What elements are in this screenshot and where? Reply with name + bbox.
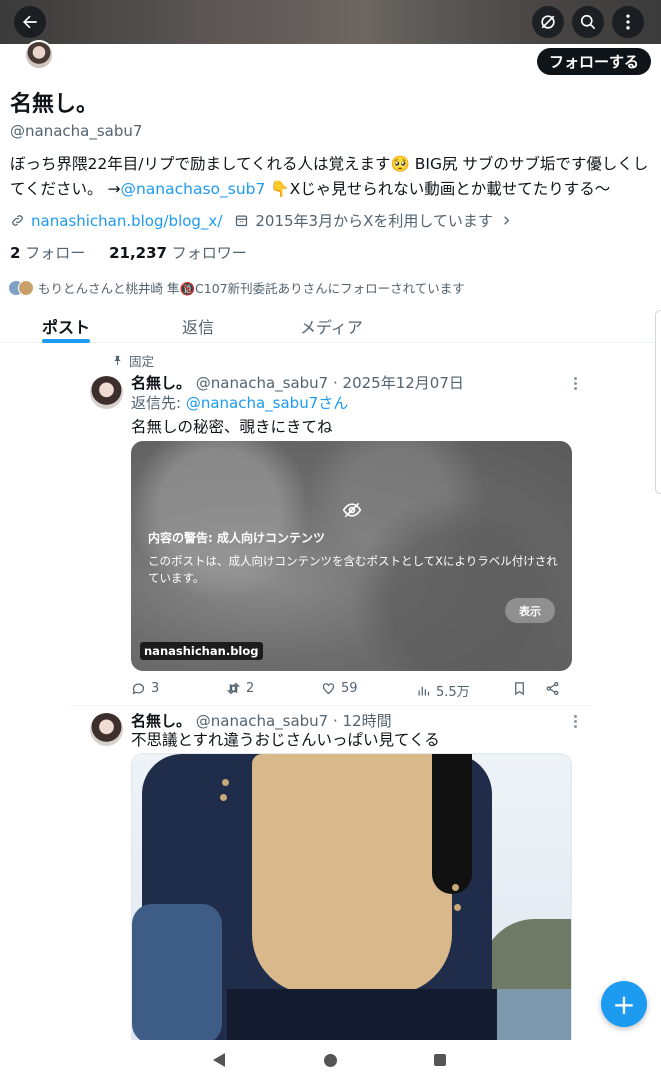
- like-action[interactable]: 59: [321, 681, 358, 696]
- tab-media[interactable]: メディア: [300, 314, 363, 338]
- bio-link[interactable]: @nanachaso_sub7: [120, 180, 265, 198]
- post-actions: 3 2 59 5.5万: [131, 681, 561, 700]
- view-count: 5.5万: [436, 685, 470, 700]
- post-text: 名無しの秘密、覗きにきてね: [131, 418, 333, 436]
- followed-by-avatars: [8, 279, 34, 296]
- show-content-button[interactable]: 表示: [505, 598, 555, 623]
- repost-count: 2: [246, 681, 255, 696]
- post-media-photo[interactable]: [131, 753, 572, 1043]
- views-icon: [418, 686, 430, 696]
- reply-action[interactable]: 3: [131, 681, 159, 696]
- bookmark-icon: [515, 682, 524, 696]
- nav-home-icon[interactable]: [324, 1054, 337, 1067]
- reply-count: 3: [151, 681, 160, 696]
- joined-date: 2015年3月からXを利用しています: [255, 212, 493, 230]
- post-more-icon[interactable]: [574, 715, 577, 730]
- content-warning-title: 内容の警告: 成人向けコンテンツ: [148, 531, 325, 545]
- post-header: 名無し。 @nanacha_sabu7 · 2025年12月07日: [131, 372, 464, 393]
- share-icon: [546, 681, 559, 696]
- grok-button[interactable]: [532, 6, 564, 38]
- more-options-button[interactable]: [612, 6, 644, 38]
- reply-icon: [132, 683, 145, 695]
- repost-action[interactable]: 2: [226, 681, 254, 696]
- post-more-icon[interactable]: [574, 377, 577, 392]
- post-text: 不思議とすれ違うおじさんいっぱい見てくる: [131, 731, 440, 749]
- reply-to: 返信先: @nanacha_sabu7さん: [131, 392, 348, 413]
- reply-handle[interactable]: @nanacha_sabu7さん: [186, 394, 348, 412]
- following-count: 2: [10, 244, 21, 262]
- follow-button[interactable]: フォローする: [536, 48, 651, 75]
- heart-icon: [322, 683, 335, 695]
- search-button[interactable]: [572, 6, 604, 38]
- pinned-label: 固定: [129, 354, 155, 369]
- nav-recents-icon[interactable]: [434, 1054, 446, 1066]
- more-vertical-icon: [626, 14, 630, 30]
- like-count: 59: [341, 681, 358, 696]
- content-warning-body: このポストは、成人向けコンテンツを含むポストとしてXによりラベル付けされています…: [148, 554, 558, 585]
- profile-name: 名無し。: [10, 92, 99, 117]
- post-divider: [70, 705, 592, 706]
- tab-replies[interactable]: 返信: [182, 314, 214, 338]
- followers-count: 21,237: [109, 244, 167, 262]
- post-author-name[interactable]: 名無し。: [131, 374, 191, 392]
- followed-by-text: もりとんさんと桃井崎 隼🔞C107新刊委託ありさんにフォローされています: [38, 281, 465, 296]
- share-action[interactable]: [545, 681, 560, 696]
- bookmark-action[interactable]: [512, 681, 527, 696]
- post-avatar[interactable]: [90, 713, 123, 746]
- following-label: フォロー: [25, 244, 86, 262]
- profile-handle: @nanacha_sabu7: [10, 122, 143, 140]
- arrow-left-icon: [23, 15, 37, 29]
- link-domain-tag: nanashichan.blog: [140, 642, 263, 660]
- followers-stat[interactable]: 21,237 フォロワー: [109, 244, 247, 262]
- back-button[interactable]: [14, 6, 46, 38]
- link-icon: [12, 215, 23, 226]
- views-action[interactable]: 5.5万: [416, 681, 470, 700]
- profile-meta: nanashichan.blog/blog_x/ 2015年3月からXを利用して…: [10, 210, 514, 231]
- repost-icon: [226, 682, 241, 695]
- profile-avatar[interactable]: [24, 40, 54, 70]
- post-meta[interactable]: @nanacha_sabu7 · 2025年12月07日: [196, 374, 464, 392]
- pinned-indicator: 固定: [112, 351, 154, 370]
- tab-indicator: [42, 339, 90, 343]
- bio-tail: 👇Xじゃ見せられない動画とか載せてたりする〜: [265, 180, 611, 198]
- follow-counts: 2 フォロー 21,237 フォロワー: [10, 242, 247, 263]
- followers-label: フォロワー: [171, 244, 247, 262]
- calendar-icon: [236, 215, 248, 227]
- compose-button[interactable]: +: [601, 981, 647, 1027]
- website-link[interactable]: nanashichan.blog/blog_x/: [31, 212, 222, 230]
- reply-prefix: 返信先:: [131, 394, 186, 412]
- system-nav-bar: [0, 1040, 661, 1080]
- post-media-sensitive[interactable]: 内容の警告: 成人向けコンテンツ このポストは、成人向けコンテンツを含むポストと…: [131, 441, 572, 671]
- tab-posts[interactable]: ポスト: [42, 314, 90, 338]
- nav-back-icon[interactable]: [213, 1053, 225, 1067]
- profile-bio: ぼっち界隈22年目/リプで励ましてくれる人は覚えます🥺 BIG尻 サブのサブ垢で…: [10, 152, 655, 202]
- profile-tabs: ポスト 返信 メディア: [0, 306, 661, 343]
- post-avatar[interactable]: [90, 376, 123, 409]
- pin-icon: [114, 355, 121, 366]
- search-icon: [580, 14, 596, 30]
- grok-icon: [541, 15, 555, 29]
- scrollbar[interactable]: [655, 310, 661, 494]
- followed-by[interactable]: もりとんさんと桃井崎 隼🔞C107新刊委託ありさんにフォローされています: [8, 278, 465, 297]
- chevron-right-icon[interactable]: [499, 213, 514, 228]
- eye-off-icon: [342, 502, 362, 518]
- following-stat[interactable]: 2 フォロー: [10, 244, 85, 262]
